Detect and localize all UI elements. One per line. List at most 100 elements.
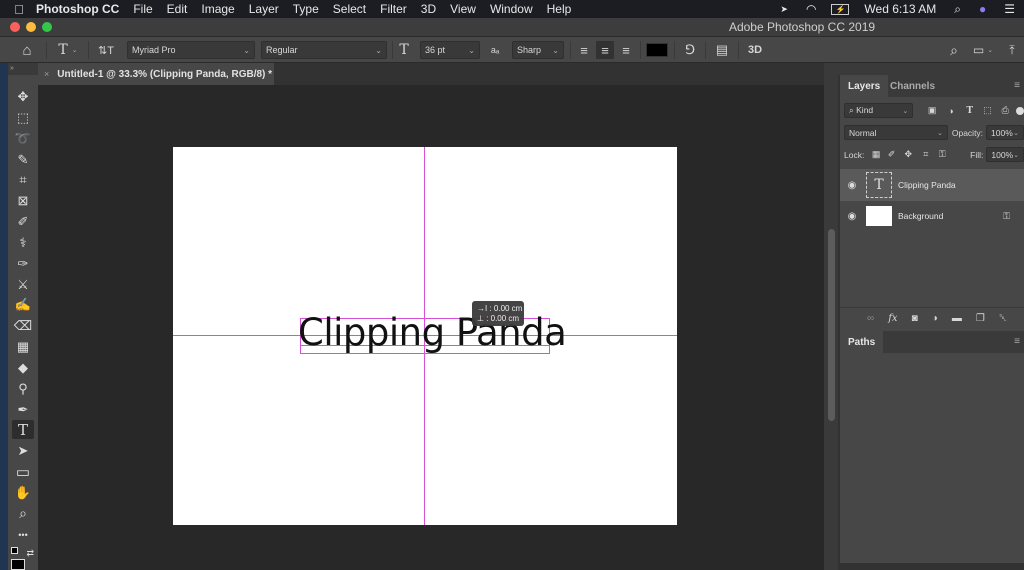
fill-input[interactable]: 100% ⌄ (986, 147, 1024, 162)
panel-menu-icon[interactable]: ≡ (1014, 80, 1020, 91)
layer-style-icon[interactable]: fx (888, 313, 897, 324)
layer-name[interactable]: Clipping Panda (898, 180, 956, 190)
apple-menu-icon[interactable]:  (0, 2, 28, 17)
dodge-tool-icon[interactable]: ⚲ (12, 379, 34, 398)
search-icon[interactable]: ⌕ (946, 41, 962, 59)
text-orientation-icon[interactable]: ⇅T (96, 41, 116, 59)
wifi-icon[interactable]: ◠ (797, 2, 825, 16)
clone-stamp-tool-icon[interactable]: ⚔ (12, 275, 34, 294)
filter-smart-object-icon[interactable]: ⎙ (996, 105, 1014, 116)
location-icon[interactable]: ➤ (771, 4, 797, 15)
scrollbar-thumb[interactable] (828, 229, 835, 421)
delete-layer-trash-icon[interactable]: ␡ (999, 313, 1007, 324)
close-tab-icon[interactable]: × (44, 69, 49, 79)
3d-button[interactable]: 3D (746, 41, 764, 59)
default-colors-icon[interactable] (11, 547, 18, 554)
adjustment-layer-icon[interactable]: ◑ (932, 313, 938, 324)
zoom-tool-icon[interactable]: ⌕ (12, 504, 34, 523)
eraser-tool-icon[interactable]: ⌫ (12, 316, 34, 335)
menu-layer[interactable]: Layer (242, 2, 286, 16)
gradient-tool-icon[interactable]: ▦ (12, 337, 34, 356)
visibility-eye-icon[interactable]: ◉ (840, 180, 864, 191)
character-panel-icon[interactable]: ▤ (714, 41, 730, 59)
home-icon[interactable]: ⌂ (18, 41, 36, 59)
text-color-swatch[interactable] (646, 43, 668, 57)
pen-tool-icon[interactable]: ✒ (12, 400, 34, 419)
align-center-button[interactable]: ≡ (596, 41, 614, 59)
workspace-switcher[interactable]: ▭ ⌄ (970, 41, 996, 59)
battery-icon[interactable]: ⚡ (831, 3, 850, 15)
document-tab[interactable]: × Untitled-1 @ 33.3% (Clipping Panda, RG… (38, 63, 274, 85)
opacity-input[interactable]: 100% ⌄ (986, 125, 1024, 140)
path-selection-tool-icon[interactable]: ➤ (12, 441, 34, 460)
tab-layers[interactable]: Layers (840, 75, 889, 97)
crop-tool-icon[interactable]: ⌗ (12, 170, 34, 189)
tab-paths[interactable]: Paths (840, 331, 884, 353)
menu-file[interactable]: File (126, 2, 159, 16)
menu-view[interactable]: View (443, 2, 483, 16)
move-tool-icon[interactable]: ✥ (12, 87, 34, 106)
menu-edit[interactable]: Edit (160, 2, 195, 16)
menu-type[interactable]: Type (286, 2, 326, 16)
brush-tool-icon[interactable]: ✑ (12, 254, 34, 273)
menu-help[interactable]: Help (540, 2, 579, 16)
layer-row-clipping-panda[interactable]: ◉ T Clipping Panda (840, 169, 1024, 201)
tab-channels[interactable]: Channels (882, 75, 943, 97)
filter-adjustment-icon[interactable]: ◑ (941, 106, 961, 116)
align-right-button[interactable]: ≡ (618, 41, 634, 59)
layer-filter-select[interactable]: ⌕ Kind ⌄ (844, 103, 914, 118)
canvas-text-layer[interactable]: Clipping Panda (298, 311, 567, 354)
panel-collapse-strip[interactable] (838, 63, 1024, 75)
marquee-tool-icon[interactable]: ⬚ (12, 108, 34, 127)
font-style-select[interactable]: Regular ⌄ (261, 41, 387, 59)
collapse-toolbar-button[interactable]: » (8, 63, 38, 75)
menu-image[interactable]: Image (194, 2, 241, 16)
history-brush-tool-icon[interactable]: ✍ (12, 295, 34, 314)
lock-image-icon[interactable]: ✐ (884, 149, 900, 160)
notification-center-icon[interactable]: ☰ (995, 2, 1024, 16)
menu-filter[interactable]: Filter (373, 2, 414, 16)
layer-row-background[interactable]: ◉ Background ⚿ (840, 201, 1024, 231)
font-size-select[interactable]: 36 pt ⌄ (420, 41, 480, 59)
new-group-folder-icon[interactable]: ▬ (952, 313, 962, 324)
healing-brush-tool-icon[interactable]: ⚕ (12, 233, 34, 252)
menu-window[interactable]: Window (483, 2, 540, 16)
layer-name[interactable]: Background (898, 211, 943, 221)
filter-type-icon[interactable]: T (961, 106, 979, 116)
frame-tool-icon[interactable]: ⊠ (12, 191, 34, 210)
tool-preset-picker[interactable]: T ⌄ (54, 41, 82, 59)
visibility-eye-icon[interactable]: ◉ (840, 211, 864, 222)
lock-all-icon[interactable]: ⚿ (935, 149, 951, 160)
new-layer-icon[interactable]: ❐ (976, 313, 985, 324)
menu-select[interactable]: Select (326, 2, 373, 16)
menu-3d[interactable]: 3D (414, 2, 443, 16)
foreground-color-swatch[interactable] (11, 559, 25, 570)
rectangle-tool-icon[interactable]: ▭ (12, 462, 34, 481)
blur-tool-icon[interactable]: ◆ (12, 358, 34, 377)
type-tool-icon[interactable]: T (12, 420, 34, 439)
align-left-button[interactable]: ≡ (576, 41, 592, 59)
clock[interactable]: Wed 6:13 AM (855, 2, 945, 16)
edit-toolbar-icon[interactable]: ••• (12, 525, 34, 544)
share-icon[interactable]: ⤒ (1004, 41, 1020, 59)
add-mask-icon[interactable]: ◙ (912, 313, 918, 324)
filter-pixel-icon[interactable]: ▣ (923, 105, 941, 116)
hand-tool-icon[interactable]: ✋ (12, 483, 34, 502)
link-layers-icon[interactable]: ∞ (867, 313, 874, 324)
warp-text-icon[interactable]: ⅁ (682, 41, 698, 59)
vertical-scrollbar[interactable] (824, 63, 838, 570)
font-family-select[interactable]: Myriad Pro ⌄ (127, 41, 255, 59)
filter-shape-icon[interactable]: ⬚ (979, 105, 997, 116)
spotlight-icon[interactable]: ⌕ (945, 2, 970, 17)
lock-transparent-icon[interactable]: ▦ (868, 149, 884, 160)
filter-toggle[interactable] (1016, 106, 1024, 115)
app-menu[interactable]: Photoshop CC (28, 2, 126, 16)
lasso-tool-icon[interactable]: ➰ (12, 129, 34, 148)
lock-artboard-icon[interactable]: ⌗ (917, 149, 935, 160)
siri-icon[interactable]: ● (970, 2, 995, 16)
blend-mode-select[interactable]: Normal ⌄ (844, 125, 948, 140)
anti-alias-select[interactable]: Sharp ⌄ (512, 41, 564, 59)
paths-menu-icon[interactable]: ≡ (1014, 336, 1020, 347)
layer-lock-icon[interactable]: ⚿ (1003, 211, 1010, 222)
quick-selection-tool-icon[interactable]: ✎ (12, 150, 34, 169)
